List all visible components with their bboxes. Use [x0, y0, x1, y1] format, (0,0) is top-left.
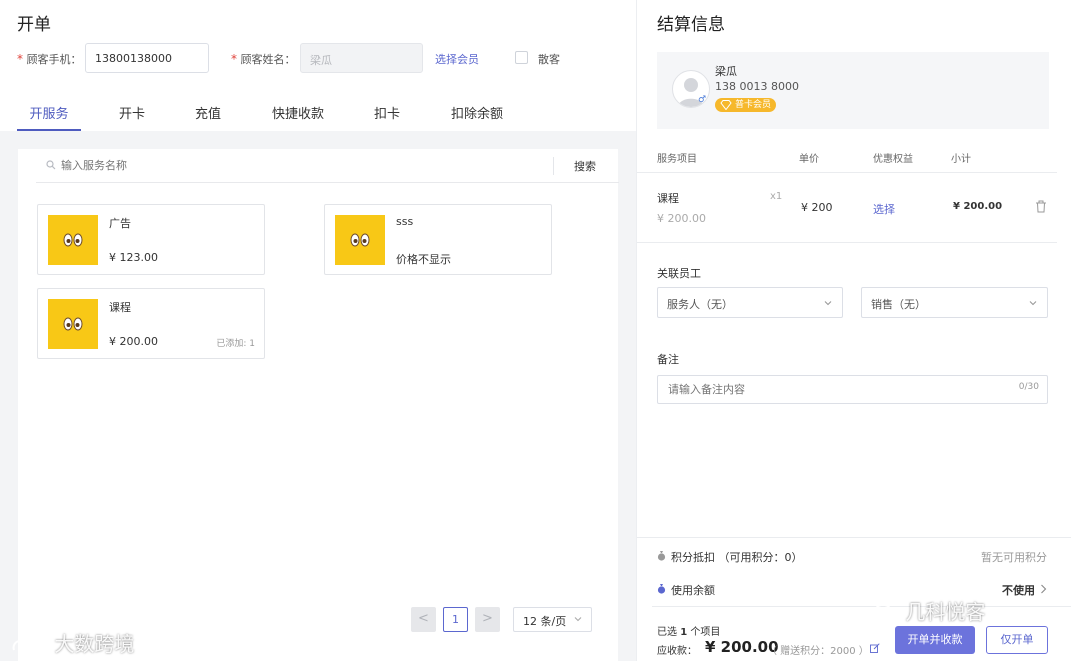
line-item-subtotal: ¥ 200.00 — [953, 201, 1003, 212]
money-bag-icon — [657, 584, 666, 594]
server-select[interactable]: 服务人（无） — [657, 287, 843, 318]
divider — [637, 172, 1057, 173]
service-thumbnail — [48, 215, 98, 265]
points-none: 暂无可用积分 — [981, 551, 1047, 564]
open-and-pay-button[interactable]: 开单并收款 — [895, 626, 975, 654]
service-name: sss — [396, 215, 414, 228]
sales-select[interactable]: 销售（无） — [861, 287, 1048, 318]
search-divider — [553, 157, 554, 175]
open-only-button[interactable]: 仅开单 — [986, 626, 1048, 654]
tab-open-card[interactable]: 开卡 — [107, 103, 157, 131]
tab-open-service[interactable]: 开服务 — [17, 103, 81, 131]
peeking-eyes-icon — [63, 233, 83, 247]
service-name: 课程 — [109, 301, 131, 314]
receivable-label: 应收款： — [657, 646, 697, 657]
order-panel: 开单 * 顾客手机： 13800138000 * 顾客姓名： 梁瓜 选择会员 散… — [0, 0, 636, 661]
watermark-left: 大数跨境 — [10, 628, 134, 657]
prev-page-button[interactable]: < — [411, 607, 436, 632]
header-benefit: 优惠权益 — [873, 154, 913, 165]
wechat-logo-icon — [873, 603, 898, 623]
diamond-icon — [720, 100, 732, 110]
money-bag-icon — [657, 551, 666, 561]
phone-field[interactable]: 13800138000 — [85, 43, 209, 73]
balance-toggle[interactable]: 不使用 — [1002, 582, 1035, 598]
server-select-value: 服务人（无） — [667, 298, 733, 311]
line-item-name: 课程 — [657, 192, 679, 205]
page-size-select[interactable]: 12 条/页 — [513, 607, 592, 632]
tab-quick-pay[interactable]: 快捷收款 — [265, 103, 331, 131]
service-card[interactable]: 广告 ¥ 123.00 — [37, 204, 265, 275]
note-label: 备注 — [657, 353, 679, 366]
divider — [637, 537, 1071, 538]
line-item-price: ¥ 200 — [801, 201, 833, 214]
line-item-qty: x1 — [770, 191, 783, 202]
service-price: 价格不显示 — [396, 253, 451, 266]
member-info-card: ♂ 梁瓜 138 0013 8000 普卡会员 — [657, 52, 1049, 129]
note-char-count: 0/30 — [1018, 382, 1039, 392]
walkin-label: 散客 — [538, 53, 560, 66]
walkin-checkbox[interactable] — [515, 51, 528, 64]
sales-select-value: 销售（无） — [871, 298, 926, 311]
trash-icon[interactable] — [1035, 200, 1047, 213]
search-input[interactable] — [61, 159, 521, 172]
service-thumbnail — [335, 215, 385, 265]
name-field: 梁瓜 — [300, 43, 423, 73]
customer-form: * 顾客手机： 13800138000 * 顾客姓名： 梁瓜 选择会员 散客 — [17, 43, 617, 73]
header-subtotal: 小计 — [951, 154, 971, 165]
service-name: 广告 — [109, 217, 131, 230]
service-thumbnail — [48, 299, 98, 349]
tab-recharge[interactable]: 充值 — [183, 103, 233, 131]
checkout-panel: 结算信息 ♂ 梁瓜 138 0013 8000 普卡会员 服务项目 单价 优惠权… — [636, 0, 1071, 661]
choose-member-link[interactable]: 选择会员 — [435, 51, 479, 67]
search-button[interactable]: 搜索 — [574, 158, 596, 174]
chevron-down-icon — [574, 617, 582, 622]
note-input[interactable] — [668, 383, 988, 396]
balance-label: 使用余额 — [671, 584, 715, 597]
selected-summary: 已选 1 个项目 — [657, 627, 721, 638]
phone-label: * 顾客手机： — [17, 52, 82, 66]
name-label: * 顾客姓名： — [231, 52, 296, 66]
member-level-badge: 普卡会员 — [715, 98, 777, 112]
service-panel: 搜索 广告 ¥ 123.00 — [18, 149, 619, 661]
choose-benefit-link[interactable]: 选择 — [873, 201, 895, 217]
tab-deduct-balance[interactable]: 扣除余额 — [445, 103, 509, 131]
staff-label: 关联员工 — [657, 267, 701, 280]
note-field[interactable]: 0/30 — [657, 375, 1048, 404]
service-price: ¥ 200.00 — [109, 335, 158, 348]
chevron-down-icon — [1029, 301, 1037, 306]
edit-icon[interactable] — [870, 643, 880, 653]
service-price: ¥ 123.00 — [109, 251, 158, 264]
checkout-title: 结算信息 — [657, 15, 725, 35]
gift-points: （ 赠送积分：2000 ） — [767, 646, 869, 657]
tab-bar: 开服务 开卡 充值 快捷收款 扣卡 扣除余额 — [17, 103, 617, 131]
page-size-value: 12 条/页 — [523, 615, 567, 628]
service-card[interactable]: 课程 ¥ 200.00 已添加: 1 — [37, 288, 265, 359]
chevron-down-icon — [824, 301, 832, 306]
divider — [652, 606, 1071, 607]
chevron-right-icon[interactable] — [1040, 584, 1047, 594]
divider — [637, 242, 1057, 243]
member-name: 梁瓜 — [715, 65, 737, 78]
added-count: 已添加: 1 — [216, 339, 255, 349]
line-item-unit-price: ¥ 200.00 — [657, 212, 706, 225]
next-page-button[interactable]: > — [475, 607, 500, 632]
header-price: 单价 — [799, 154, 819, 165]
page-title: 开单 — [17, 15, 51, 35]
member-phone: 138 0013 8000 — [715, 80, 799, 93]
page-number-button[interactable]: 1 — [443, 607, 468, 632]
points-label: 积分抵扣 （可用积分：0） — [671, 551, 803, 564]
watermark-logo-icon — [12, 638, 46, 651]
peeking-eyes-icon — [63, 317, 83, 331]
peeking-eyes-icon — [350, 233, 370, 247]
watermark-right: 几科悦客 — [873, 596, 985, 625]
service-card[interactable]: sss 价格不显示 — [324, 204, 552, 275]
male-icon: ♂ — [698, 95, 707, 105]
search-icon — [46, 160, 56, 170]
search-bar: 搜索 — [36, 149, 619, 183]
header-item: 服务项目 — [657, 154, 697, 165]
tab-deduct-card[interactable]: 扣卡 — [365, 103, 409, 131]
